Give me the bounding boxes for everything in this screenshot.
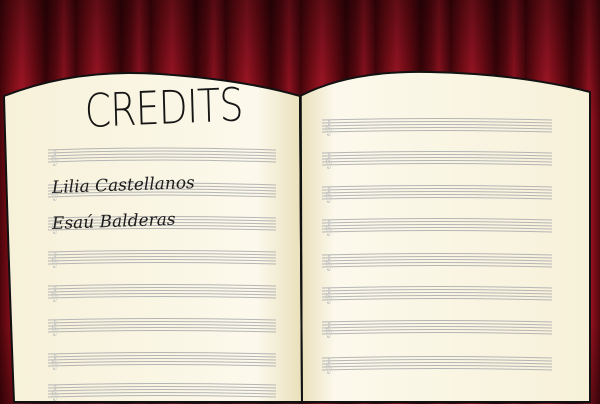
- clef-icon: 𝄞: [324, 220, 332, 236]
- clef-icon: 𝄞: [324, 187, 332, 203]
- clef-icon: 𝄞: [50, 354, 58, 370]
- clef-icon: 𝄞: [324, 322, 332, 338]
- clef-icon: 𝄞: [324, 120, 332, 136]
- clef-icon: 𝄞: [324, 288, 332, 304]
- open-music-book: 𝄞𝄞𝄞𝄞𝄞𝄞𝄞𝄞 𝄞𝄞𝄞𝄞𝄞𝄞𝄞𝄞: [2, 70, 592, 404]
- clef-icon: 𝄞: [50, 320, 58, 336]
- clef-icon: 𝄞: [50, 385, 58, 401]
- credits-title: CREDITS: [84, 77, 244, 138]
- clef-icon: 𝄞: [324, 255, 332, 271]
- clef-icon: 𝄞: [324, 358, 332, 374]
- clef-icon: 𝄞: [50, 252, 58, 268]
- clef-icon: 𝄞: [50, 286, 58, 302]
- clef-icon: 𝄞: [324, 153, 332, 169]
- clef-icon: 𝄞: [50, 150, 58, 166]
